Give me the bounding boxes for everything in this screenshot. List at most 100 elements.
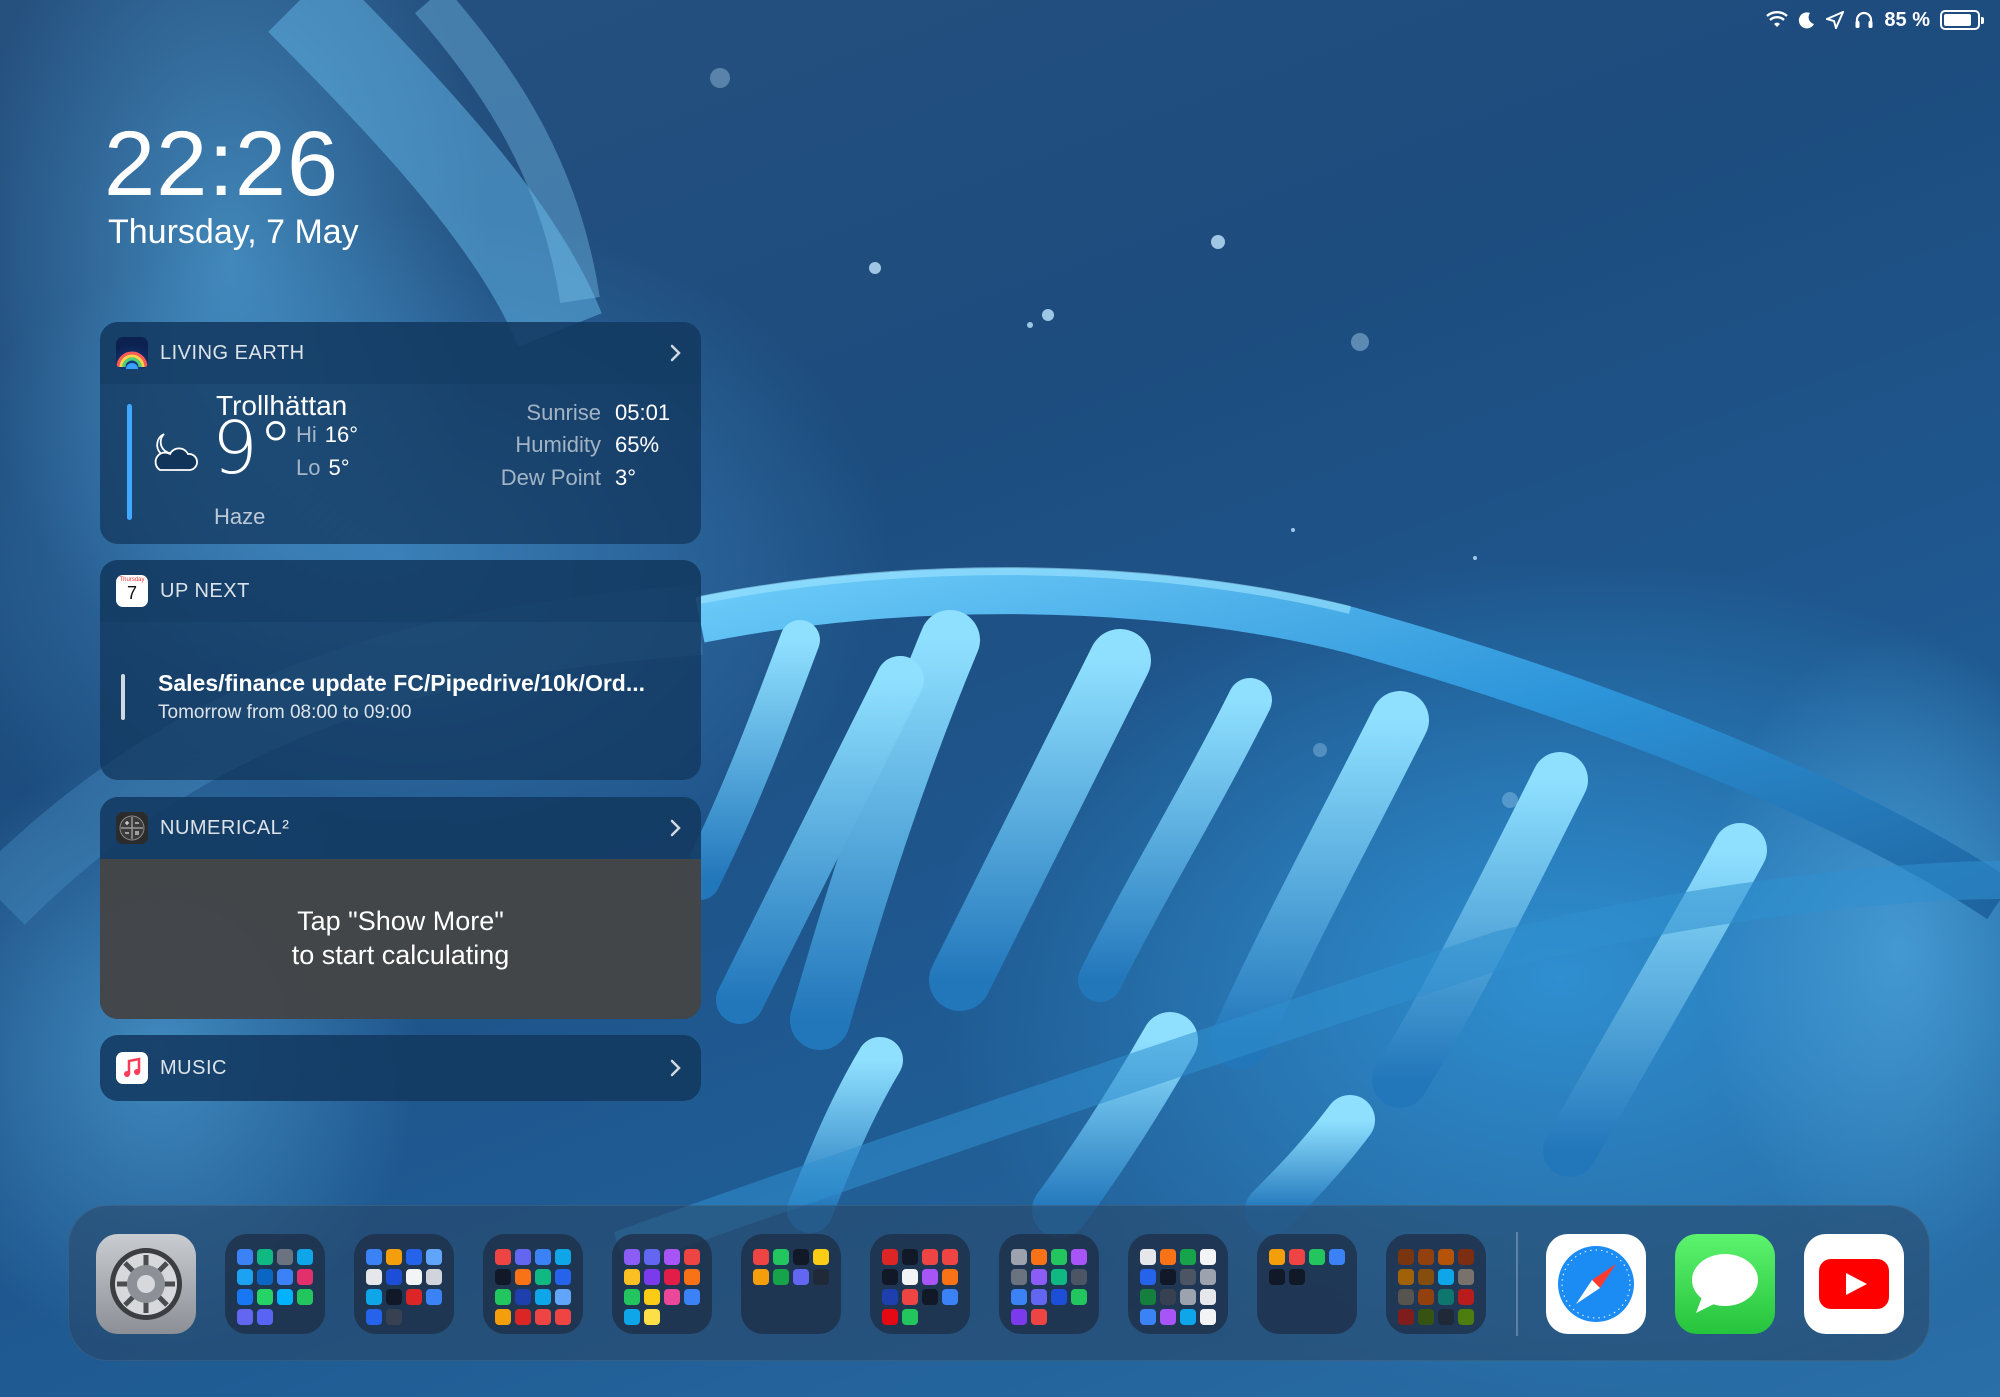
folder-app-icon [1398, 1309, 1414, 1325]
lock-date: Thursday, 7 May [108, 213, 359, 251]
folder-app-icon [684, 1289, 700, 1305]
chevron-right-icon[interactable] [669, 818, 683, 838]
folder-app-icon [922, 1289, 938, 1305]
settings-app[interactable] [96, 1234, 196, 1334]
folder-app-icon [1031, 1249, 1047, 1265]
speech-bubble-icon [1692, 1254, 1758, 1313]
folder-app-icon [237, 1309, 253, 1325]
folder-app-icon [1160, 1269, 1176, 1285]
up-next-widget[interactable]: Thursday 7 UP NEXT Sales/finance update … [100, 560, 701, 780]
folder-app-icon [297, 1289, 313, 1305]
music-widget[interactable]: MUSIC [100, 1035, 701, 1101]
folder-app-icon [366, 1249, 382, 1265]
folder-app-icon [1160, 1249, 1176, 1265]
folder-app-icon [237, 1289, 253, 1305]
folder-app-icon [237, 1249, 253, 1265]
app-folder-9[interactable] [1257, 1234, 1357, 1334]
app-folder-2[interactable] [354, 1234, 454, 1334]
folder-app-icon [277, 1269, 293, 1285]
app-folder-5[interactable] [741, 1234, 841, 1334]
folder-app-icon [366, 1269, 382, 1285]
weather-widget-title: LIVING EARTH [160, 341, 305, 364]
weather-low: Lo 5° [296, 455, 350, 481]
up-next-body[interactable]: Sales/finance update FC/Pipedrive/10k/Or… [100, 622, 701, 780]
chevron-right-icon[interactable] [669, 343, 683, 363]
folder-app-icon [555, 1309, 571, 1325]
status-bar: 85 % [1766, 8, 1984, 32]
folder-app-icon [882, 1269, 898, 1285]
folder-app-icon [882, 1249, 898, 1265]
sunrise-value: 05:01 [615, 400, 671, 425]
app-folder-7[interactable] [999, 1234, 1099, 1334]
folder-app-icon [515, 1249, 531, 1265]
dewpoint-label: Dew Point [500, 465, 601, 490]
moon-icon [1799, 12, 1815, 29]
folder-app-icon [1418, 1289, 1434, 1305]
folder-app-icon [793, 1249, 809, 1265]
dock-divider [1516, 1232, 1518, 1336]
folder-app-icon [1269, 1249, 1285, 1265]
folder-app-icon [386, 1309, 402, 1325]
numerical-line-2: to start calculating [291, 940, 510, 970]
numerical-app-icon [116, 812, 148, 844]
humidity-row: Humidity 65% [431, 432, 675, 458]
folder-app-icon [793, 1269, 809, 1285]
folder-app-icon [624, 1269, 640, 1285]
folder-app-icon [495, 1289, 511, 1305]
messages-app[interactable] [1675, 1234, 1775, 1334]
folder-app-icon [366, 1309, 382, 1325]
calendar-app-icon: Thursday 7 [116, 575, 148, 607]
app-folder-1[interactable] [225, 1234, 325, 1334]
event-time: Tomorrow from 08:00 to 09:00 [158, 702, 412, 723]
folder-app-icon [902, 1249, 918, 1265]
event-title[interactable]: Sales/finance update FC/Pipedrive/10k/Or… [158, 670, 645, 697]
folder-app-icon [1031, 1289, 1047, 1305]
app-folder-10[interactable] [1386, 1234, 1486, 1334]
folder-app-icon [1438, 1249, 1454, 1265]
numerical-header[interactable]: NUMERICAL² [100, 797, 701, 859]
folder-app-icon [515, 1309, 531, 1325]
weather-high: Hi 16° [296, 422, 358, 448]
folder-app-icon [1180, 1309, 1196, 1325]
folder-app-icon [664, 1249, 680, 1265]
folder-app-icon [1011, 1249, 1027, 1265]
folder-app-icon [1200, 1269, 1216, 1285]
sunrise-row: Sunrise 05:01 [431, 400, 675, 426]
wifi-icon [1766, 11, 1789, 27]
chevron-right-icon[interactable] [669, 1058, 683, 1078]
folder-app-icon [773, 1249, 789, 1265]
location-icon [1826, 11, 1845, 29]
app-folder-4[interactable] [612, 1234, 712, 1334]
low-label: Lo [296, 455, 321, 480]
numerical-line-1: Tap "Show More" [297, 906, 504, 937]
youtube-app[interactable] [1804, 1234, 1904, 1334]
folder-app-icon [515, 1289, 531, 1305]
folder-app-icon [257, 1269, 273, 1285]
folder-app-icon [1051, 1269, 1067, 1285]
folder-app-icon [535, 1249, 551, 1265]
app-folder-6[interactable] [870, 1234, 970, 1334]
folder-app-icon [406, 1269, 422, 1285]
folder-app-icon [644, 1269, 660, 1285]
weather-widget[interactable]: LIVING EARTH Trollhättan 9° Hi 16° Lo 5° H… [100, 322, 701, 544]
folder-app-icon [1458, 1269, 1474, 1285]
compass-icon [1558, 1246, 1634, 1322]
safari-app[interactable] [1546, 1234, 1646, 1334]
folder-app-icon [942, 1249, 958, 1265]
folder-app-icon [1180, 1289, 1196, 1305]
folder-app-icon [902, 1309, 918, 1325]
app-folder-8[interactable] [1128, 1234, 1228, 1334]
folder-app-icon [1309, 1249, 1325, 1265]
folder-app-icon [495, 1309, 511, 1325]
folder-app-icon [257, 1289, 273, 1305]
folder-app-icon [644, 1249, 660, 1265]
dock [68, 1205, 1930, 1361]
folder-app-icon [1438, 1289, 1454, 1305]
numerical-widget[interactable]: NUMERICAL² Tap "Show More" to start calc… [100, 797, 701, 1019]
folder-app-icon [1200, 1289, 1216, 1305]
weather-widget-header[interactable]: LIVING EARTH [100, 322, 701, 384]
music-header[interactable]: MUSIC [100, 1035, 701, 1101]
app-folder-3[interactable] [483, 1234, 583, 1334]
play-icon [1819, 1259, 1889, 1309]
numerical-body[interactable]: Tap "Show More" to start calculating [100, 859, 701, 1019]
